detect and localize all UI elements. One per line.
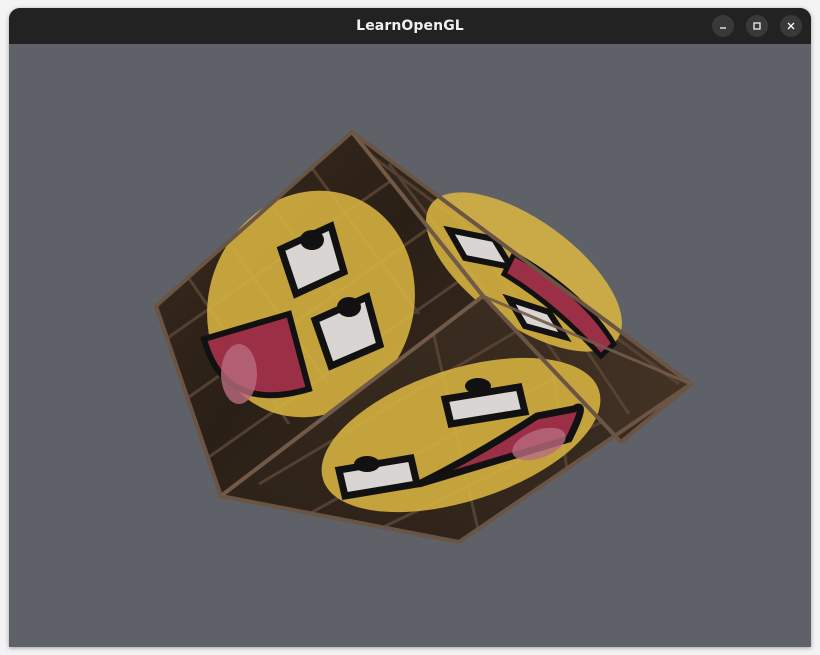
window-title: LearnOpenGL (356, 18, 464, 34)
close-button[interactable] (780, 15, 802, 37)
maximize-button[interactable] (746, 15, 768, 37)
rendered-scene (153, 129, 695, 545)
gl-viewport[interactable] (9, 44, 811, 647)
maximize-icon (753, 22, 761, 30)
title-bar[interactable]: LearnOpenGL (9, 8, 811, 44)
minimize-button[interactable] (712, 15, 734, 37)
app-window: LearnOpenGL (9, 8, 811, 647)
close-icon (787, 22, 795, 30)
minimize-icon (720, 27, 726, 29)
